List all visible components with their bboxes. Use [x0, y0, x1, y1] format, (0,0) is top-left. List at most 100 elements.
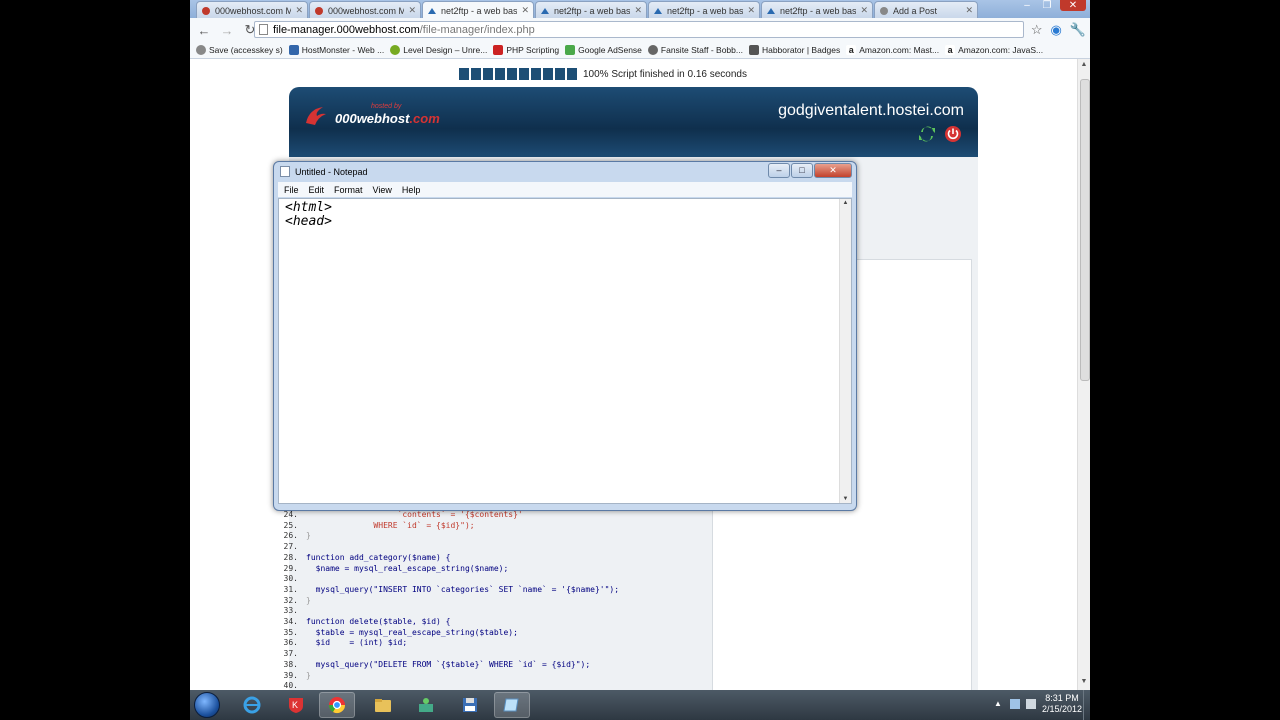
progress-block	[471, 68, 481, 80]
bookmark-item[interactable]: a Amazon.com: Mast...	[846, 45, 939, 55]
tab-net2ftp-active[interactable]: net2ftp - a web base ✕	[422, 1, 534, 18]
bookmark-star-icon[interactable]: ☆	[1031, 22, 1043, 38]
power-icon[interactable]	[944, 125, 962, 143]
tab-strip: 000webhost.com Me ✕ 000webhost.com Me ✕ …	[190, 0, 1090, 18]
tab-close-icon[interactable]: ✕	[408, 5, 416, 16]
tab-close-icon[interactable]: ✕	[747, 5, 755, 16]
network-icon[interactable]	[1009, 699, 1020, 709]
progress-block	[483, 68, 493, 80]
bookmark-item[interactable]: a Amazon.com: JavaS...	[945, 45, 1043, 55]
bookmark-label: PHP Scripting	[506, 45, 560, 55]
url-path: /file-manager/index.php	[419, 23, 535, 36]
scrollbar-thumb[interactable]	[1080, 79, 1090, 381]
volume-icon[interactable]	[1025, 699, 1036, 709]
menu-view[interactable]: View	[373, 185, 392, 195]
bookmark-item[interactable]: Habborator | Badges	[748, 45, 841, 55]
bookmark-item[interactable]: PHP Scripting	[493, 45, 559, 55]
bookmark-item[interactable]: Fansite Staff - Bobb...	[647, 45, 743, 55]
line-number: 36.	[283, 638, 298, 648]
menu-format[interactable]: Format	[334, 185, 363, 195]
line-number: 40.	[283, 681, 298, 690]
taskbar-save-app[interactable]	[452, 692, 488, 718]
page-scrollbar[interactable]: ▲ ▼	[1077, 59, 1090, 690]
progress-text: 100% Script finished in 0.16 seconds	[583, 68, 747, 80]
minimize-icon[interactable]: –	[768, 163, 790, 178]
amazon-icon: a	[945, 45, 956, 55]
logo-text: 000webhost.com	[335, 111, 440, 126]
progress-block	[555, 68, 565, 80]
bookmark-item[interactable]: HostMonster - Web ...	[288, 45, 384, 55]
line-number: 39.	[283, 670, 298, 680]
tray-arrow-icon[interactable]: ▲	[994, 699, 1004, 709]
blogger-favicon-icon	[880, 6, 888, 15]
tab-net2ftp-2[interactable]: net2ftp - a web base ✕	[535, 1, 647, 18]
tab-close-icon[interactable]: ✕	[634, 5, 642, 16]
address-bar[interactable]: file-manager.000webhost.com/file-manager…	[254, 21, 1024, 38]
tab-close-icon[interactable]: ✕	[965, 5, 973, 16]
tab-000webhost-2[interactable]: 000webhost.com Me ✕	[309, 1, 421, 18]
notepad-titlebar: Untitled - Notepad	[280, 166, 368, 177]
line-text: mysql_query("DELETE FROM `{$table}` WHER…	[306, 659, 591, 669]
bookmark-label: Habborator | Badges	[761, 45, 841, 55]
line-text: }	[306, 531, 311, 541]
bookmark-item[interactable]: Save (accesskey s)	[196, 45, 283, 55]
forward-arrow-icon[interactable]: →	[218, 21, 236, 39]
show-desktop-button[interactable]	[1083, 690, 1090, 720]
net2ftp-favicon-icon	[654, 7, 662, 14]
maximize-icon[interactable]: ❐	[1040, 0, 1054, 11]
tab-close-icon[interactable]: ✕	[521, 5, 529, 16]
taskbar-kaspersky[interactable]: K	[278, 692, 314, 718]
browser-window-controls: – ❐ ✕	[1020, 0, 1086, 11]
site-name: godgiventalent.hostei.com	[778, 102, 964, 119]
taskbar-chrome[interactable]	[319, 692, 355, 718]
amazon-icon: a	[846, 45, 857, 55]
minimize-icon[interactable]: –	[1020, 0, 1034, 11]
scroll-down-arrow-icon[interactable]: ▼	[1078, 678, 1090, 688]
code-line: 28. function add_category($name) {	[276, 553, 619, 564]
tab-000webhost-1[interactable]: 000webhost.com Me ✕	[196, 1, 308, 18]
progress-block	[567, 68, 577, 80]
bookmark-icon	[647, 45, 658, 55]
tab-net2ftp-3[interactable]: net2ftp - a web base ✕	[648, 1, 760, 18]
maximize-icon[interactable]: □	[791, 163, 813, 178]
system-clock[interactable]: 8:31 PM 2/15/2012	[1042, 693, 1082, 715]
taskbar-explorer[interactable]	[365, 692, 401, 718]
scroll-down-arrow-icon[interactable]: ▼	[840, 496, 851, 502]
code-line: 32.}	[276, 596, 619, 607]
line-number: 27.	[283, 542, 298, 552]
menu-file[interactable]: File	[284, 185, 299, 195]
back-arrow-icon[interactable]: ←	[195, 21, 213, 39]
net2ftp-favicon-icon	[541, 7, 549, 14]
progress-block	[543, 68, 553, 80]
bookmark-item[interactable]: Level Design – Unre...	[390, 45, 487, 55]
taskbar-ie[interactable]	[234, 692, 270, 718]
extension-icon[interactable]: ◉	[1050, 22, 1061, 38]
notepad-scrollbar[interactable]: ▲ ▼	[839, 199, 851, 503]
close-icon[interactable]: ✕	[1060, 0, 1086, 11]
start-button[interactable]	[194, 692, 220, 718]
taskbar-network-app[interactable]	[408, 692, 444, 718]
refresh-icon[interactable]	[918, 125, 936, 143]
scroll-up-arrow-icon[interactable]: ▲	[840, 200, 851, 206]
menu-edit[interactable]: Edit	[309, 185, 325, 195]
tab-close-icon[interactable]: ✕	[295, 5, 303, 16]
scroll-up-arrow-icon[interactable]: ▲	[1078, 61, 1090, 71]
code-line: 30.	[276, 574, 619, 585]
wrench-icon[interactable]: 🔧	[1070, 22, 1086, 38]
menu-help[interactable]: Help	[402, 185, 421, 195]
code-line: 36. $id = (int) $id;	[276, 638, 619, 649]
page-icon	[259, 24, 268, 35]
notepad-window: Untitled - Notepad – □ ✕ File Edit Forma…	[273, 161, 857, 511]
notepad-text-area[interactable]: <html> <head> ▲ ▼	[278, 198, 852, 504]
close-icon[interactable]: ✕	[814, 163, 852, 178]
tab-close-icon[interactable]: ✕	[860, 5, 868, 16]
bookmark-label: Save (accesskey s)	[209, 45, 283, 55]
tab-add-a-post[interactable]: Add a Post ✕	[874, 1, 978, 18]
line-number: 25.	[283, 520, 298, 530]
code-line: 38. mysql_query("DELETE FROM `{$table}` …	[276, 660, 619, 671]
bookmark-item[interactable]: Google AdSense	[565, 45, 642, 55]
notepad-content: <html> <head>	[285, 201, 332, 229]
tab-net2ftp-4[interactable]: net2ftp - a web base ✕	[761, 1, 873, 18]
toolbar-right: ☆ ◉ 🔧	[1031, 22, 1086, 38]
taskbar-notepad[interactable]	[494, 692, 530, 718]
